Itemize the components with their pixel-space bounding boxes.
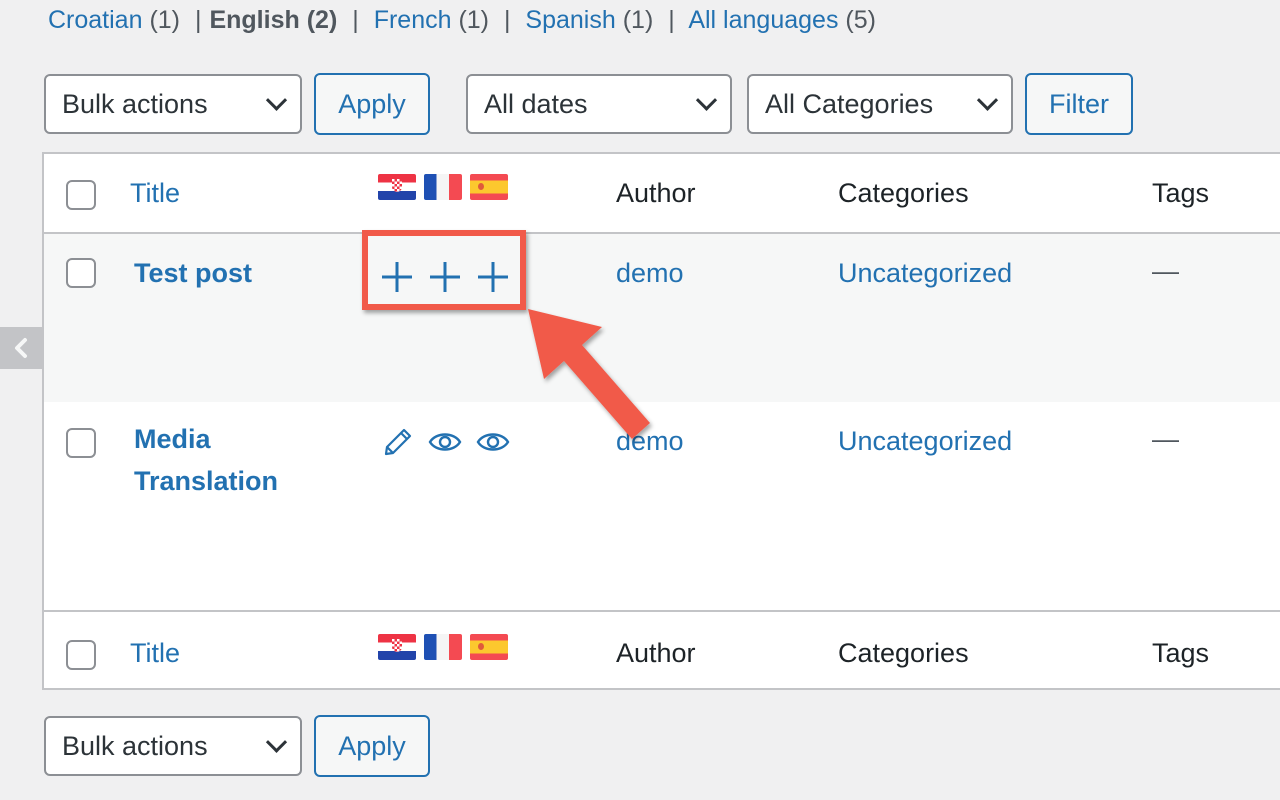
chevron-down-icon bbox=[265, 89, 288, 111]
bulk-actions-value: Bulk actions bbox=[62, 730, 208, 761]
lang-count-french: (1) bbox=[458, 6, 490, 34]
table-row: Test post demo Uncategorized — bbox=[44, 230, 1280, 402]
column-author: Author bbox=[616, 178, 696, 208]
apply-button[interactable]: Apply bbox=[314, 73, 430, 135]
row-checkbox[interactable] bbox=[66, 428, 96, 458]
author-link[interactable]: demo bbox=[616, 426, 684, 457]
lang-filter-french[interactable]: French bbox=[374, 6, 452, 34]
bulk-actions-value: Bulk actions bbox=[62, 88, 208, 119]
bulk-actions-select[interactable]: Bulk actions bbox=[44, 74, 302, 134]
table-header: Title Author Categories Tags bbox=[44, 154, 1280, 234]
category-link[interactable]: Uncategorized bbox=[838, 426, 1012, 457]
separator: | bbox=[194, 6, 202, 34]
language-filter: Croatian (1) | English (2) | French (1) |… bbox=[48, 6, 876, 35]
column-categories-footer: Categories bbox=[838, 638, 969, 668]
select-all-checkbox-footer[interactable] bbox=[66, 640, 96, 670]
lang-filter-all[interactable]: All languages bbox=[688, 6, 838, 34]
category-filter-select[interactable]: All Categories bbox=[747, 74, 1013, 134]
column-tags: Tags bbox=[1152, 178, 1210, 208]
language-flags-footer bbox=[378, 634, 508, 660]
column-tags-footer: Tags bbox=[1152, 638, 1210, 668]
row-checkbox[interactable] bbox=[66, 258, 96, 288]
separator: | bbox=[352, 6, 359, 34]
table-row: Media Translation demo Uncategorized — bbox=[44, 402, 1280, 612]
author-link[interactable]: demo bbox=[616, 258, 684, 289]
chevron-left-icon bbox=[15, 338, 27, 358]
chevron-down-icon bbox=[265, 731, 288, 753]
croatian-flag-icon bbox=[378, 634, 416, 660]
lang-count-all: (5) bbox=[845, 6, 876, 34]
language-flags-header bbox=[378, 174, 508, 200]
add-translation-spanish-icon[interactable] bbox=[474, 258, 512, 296]
french-flag-icon bbox=[424, 634, 462, 660]
date-filter-select[interactable]: All dates bbox=[466, 74, 732, 134]
category-link[interactable]: Uncategorized bbox=[838, 258, 1012, 289]
separator: | bbox=[668, 6, 675, 34]
filter-button[interactable]: Filter bbox=[1025, 73, 1133, 135]
translation-actions bbox=[382, 426, 510, 458]
column-title-sort-footer[interactable]: Title bbox=[130, 638, 180, 669]
lang-count-english: (2) bbox=[306, 6, 338, 34]
post-title-link[interactable]: Test post bbox=[134, 252, 252, 294]
tags-value: — bbox=[1152, 424, 1179, 454]
post-title-link[interactable]: Media Translation bbox=[134, 418, 278, 502]
column-title-sort[interactable]: Title bbox=[130, 178, 180, 209]
column-author-footer: Author bbox=[616, 638, 696, 668]
lang-filter-spanish[interactable]: Spanish bbox=[525, 6, 615, 34]
posts-table: Title Author Categories Tags Test post d… bbox=[42, 152, 1280, 690]
table-footer: Title Author Categories Tags bbox=[44, 612, 1280, 690]
post-title-line: Media bbox=[134, 424, 211, 454]
view-translation-spanish-eye-icon[interactable] bbox=[476, 430, 510, 454]
select-all-checkbox[interactable] bbox=[66, 180, 96, 210]
add-translation-croatian-icon[interactable] bbox=[378, 258, 416, 296]
date-filter-value: All dates bbox=[484, 88, 588, 119]
bulk-actions-select-bottom[interactable]: Bulk actions bbox=[44, 716, 302, 776]
croatian-flag-icon bbox=[378, 174, 416, 200]
lang-filter-croatian[interactable]: Croatian bbox=[48, 6, 143, 34]
apply-button-bottom[interactable]: Apply bbox=[314, 715, 430, 777]
chevron-down-icon bbox=[695, 89, 718, 111]
post-title-line: Translation bbox=[134, 466, 279, 496]
view-translation-french-eye-icon[interactable] bbox=[428, 430, 462, 454]
chevron-down-icon bbox=[976, 89, 999, 111]
add-translation-french-icon[interactable] bbox=[426, 258, 464, 296]
collapse-menu-button[interactable] bbox=[0, 327, 42, 369]
edit-translation-croatian-pencil-icon[interactable] bbox=[382, 426, 414, 458]
spanish-flag-icon bbox=[470, 634, 508, 660]
tags-value: — bbox=[1152, 256, 1179, 286]
lang-count-spanish: (1) bbox=[622, 6, 654, 34]
lang-count-croatian: (1) bbox=[149, 6, 181, 34]
category-filter-value: All Categories bbox=[765, 88, 934, 119]
french-flag-icon bbox=[424, 174, 462, 200]
lang-filter-english[interactable]: English (2) bbox=[209, 6, 337, 34]
column-categories: Categories bbox=[838, 178, 969, 208]
lang-english-label: English bbox=[209, 6, 300, 34]
translation-actions bbox=[378, 258, 512, 296]
spanish-flag-icon bbox=[470, 174, 508, 200]
separator: | bbox=[503, 6, 511, 34]
